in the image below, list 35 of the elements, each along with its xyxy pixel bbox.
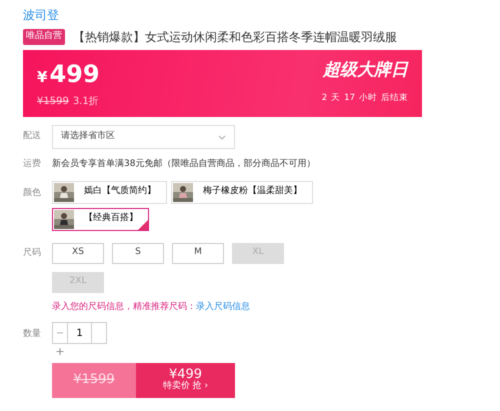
select-placeholder: 请选择省市区 [61,130,115,144]
discount-text: 3.1折 [72,95,99,109]
store-badge: 唯品自营 [23,29,65,45]
field-label: 颜色 [23,186,42,200]
countdown-text: 小时 [359,92,377,105]
product-title: 【热销爆款】女式运动休闲柔和色彩百搭冬季连帽温暖羽绒服 [73,29,397,46]
countdown-text: 后结束 [381,92,408,105]
original-price: ¥1599 [37,95,69,109]
field-label: 尺码 [23,246,42,260]
color-option[interactable]: 【经典百搭】 [52,208,149,230]
countdown-number: 2 [322,92,328,105]
quantity-input[interactable]: 1 [68,322,91,344]
size-option[interactable]: XS [52,242,104,264]
chevron-down-icon [218,134,226,140]
event-title: 超级大牌日 [323,59,408,82]
size-hint: 录入您的尺码信息，精准推荐尺码：录入尺码信息 [52,300,251,314]
color-option[interactable]: 梅子橡皮粉【温柔甜美】 [171,180,313,204]
field-label: 数量 [23,328,42,341]
color-option[interactable]: 嫣白【气质简约】 [52,180,167,204]
selected-corner-icon [138,220,148,230]
sale-price: 499 [49,62,100,86]
size-option[interactable]: S [112,242,164,264]
region-select[interactable]: 请选择省市区 [52,125,235,149]
field-label: 配送 [23,130,42,144]
buy-button[interactable]: ¥499 特卖价 抢 › [136,362,235,398]
countdown-number: 17 [344,92,355,105]
currency-symbol: ¥ [37,67,48,88]
size-option[interactable]: M [172,242,224,264]
size-info-link[interactable]: 录入尺码信息 [196,302,250,312]
shipping-text: 新会员专享首单满38元免邮（限唯品自营商品，部分商品不可用） [52,158,316,171]
field-label: 运费 [23,158,42,171]
plus-button[interactable]: + [52,344,68,360]
brand-link[interactable]: 波司登 [23,6,59,24]
countdown-text: 天 [331,92,340,105]
stepper-slot [91,322,107,344]
